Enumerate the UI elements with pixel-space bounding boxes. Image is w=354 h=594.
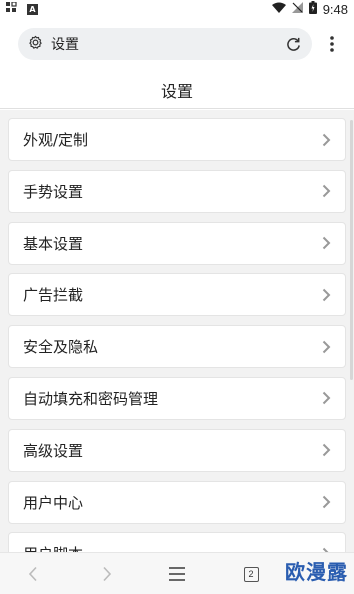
menu-button[interactable]: [166, 561, 188, 587]
status-time: 9:48: [322, 1, 348, 17]
menu-item-label: 用户中心: [23, 493, 84, 512]
chevron-right-icon: [322, 184, 331, 198]
menu-item-privacy[interactable]: 安全及隐私: [8, 325, 346, 369]
menu-item-basic[interactable]: 基本设置: [8, 221, 346, 265]
chevron-right-icon: [322, 340, 331, 354]
back-button[interactable]: [22, 561, 44, 587]
menu-item-label: 广告拦截: [23, 286, 84, 305]
wifi-icon: [271, 2, 286, 16]
settings-list: 外观/定制 手势设置 基本设置 广告拦截 安全及隐私 自动填充和密码管理 高级设…: [8, 118, 346, 552]
menu-item-label: 安全及隐私: [23, 338, 99, 357]
menu-item-gesture[interactable]: 手势设置: [8, 169, 346, 213]
status-right: 9:48: [271, 1, 348, 17]
menu-item-user-script[interactable]: 用户脚本: [8, 532, 346, 552]
tab-count: 2: [243, 566, 259, 582]
menu-item-label: 自动填充和密码管理: [23, 389, 159, 408]
status-left: A: [6, 1, 38, 16]
menu-item-label: 手势设置: [23, 182, 84, 201]
more-vertical-icon: [330, 36, 334, 52]
watermark-logo: 欧漫露: [285, 560, 348, 584]
no-signal-icon: [291, 2, 303, 16]
address-text: 设置: [51, 37, 79, 53]
menu-item-autofill[interactable]: 自动填充和密码管理: [8, 376, 346, 420]
gear-icon: [28, 35, 43, 54]
page-title: 设置: [160, 82, 193, 101]
chevron-right-icon: [322, 288, 331, 302]
status-bar: A 9:48: [0, 0, 354, 18]
menu-item-user-center[interactable]: 用户中心: [8, 480, 346, 524]
menu-item-label: 外观/定制: [23, 131, 89, 149]
header-divider: [0, 108, 354, 109]
menu-item-label: 基本设置: [23, 234, 84, 253]
scrollbar-thumb[interactable]: [350, 120, 353, 380]
reload-button[interactable]: [285, 36, 302, 53]
forward-button[interactable]: [96, 561, 118, 587]
hamburger-menu-icon: [169, 567, 185, 581]
chevron-right-icon: [322, 495, 331, 509]
more-menu-button[interactable]: [322, 32, 342, 56]
browser-toolbar: 设置 设置: [0, 18, 354, 110]
reload-icon: [287, 37, 300, 51]
grid-apps-icon: [6, 1, 17, 16]
chevron-right-icon: [322, 236, 331, 250]
app-badge-icon: A: [27, 3, 38, 15]
chevron-right-icon: [322, 391, 331, 405]
tabs-button[interactable]: 2: [240, 561, 262, 587]
chevron-right-icon: [322, 443, 331, 457]
menu-item-label: 用户脚本: [23, 543, 83, 552]
menu-item-appearance[interactable]: 外观/定制: [8, 118, 346, 161]
menu-item-advanced[interactable]: 高级设置: [8, 428, 346, 472]
battery-icon: [308, 1, 317, 17]
menu-item-adblock[interactable]: 广告拦截: [8, 273, 346, 317]
chevron-right-icon: [103, 566, 112, 582]
address-bar[interactable]: 设置: [18, 28, 312, 60]
chevron-left-icon: [28, 566, 37, 582]
menu-item-label: 高级设置: [23, 441, 84, 460]
chevron-right-icon: [322, 133, 331, 147]
